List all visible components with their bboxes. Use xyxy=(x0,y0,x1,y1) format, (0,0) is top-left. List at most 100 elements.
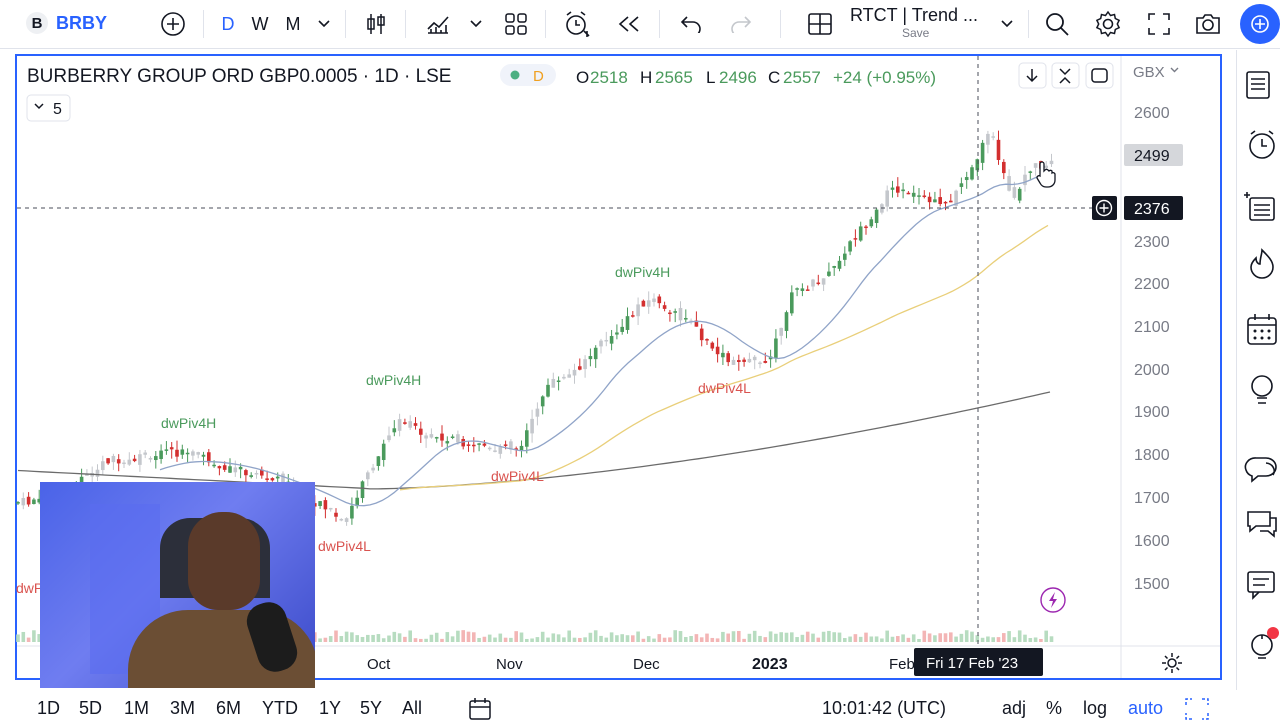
candle-body xyxy=(212,464,216,467)
candle-body xyxy=(21,497,26,506)
candle-body xyxy=(164,449,169,451)
clock-timezone-button[interactable]: 10:01:42 (UTC) xyxy=(822,698,946,719)
volume-bar xyxy=(1044,630,1048,642)
candle-body xyxy=(440,433,444,441)
percent-toggle[interactable]: % xyxy=(1046,698,1062,719)
candle-body xyxy=(599,340,603,347)
webcam-overlay xyxy=(40,482,315,688)
candle-body xyxy=(101,461,105,471)
fullscreen-icon[interactable] xyxy=(1184,697,1210,721)
volume-bar xyxy=(339,636,344,642)
volume-bar xyxy=(318,638,322,642)
candle-body xyxy=(111,455,116,463)
candle-body xyxy=(758,362,762,365)
range-1y-button[interactable]: 1Y xyxy=(319,698,341,719)
auto-toggle[interactable]: auto xyxy=(1128,698,1163,719)
candle-body xyxy=(26,496,31,505)
indicators-toggle-button[interactable] xyxy=(26,94,71,122)
candle-body xyxy=(763,361,768,363)
candle-body xyxy=(710,342,715,349)
market-status-pill[interactable] xyxy=(500,64,556,86)
volume-bar xyxy=(800,634,805,642)
candle-body xyxy=(890,187,895,190)
candle-body xyxy=(434,437,439,439)
candle-body xyxy=(816,282,821,285)
volume-bar xyxy=(620,634,624,642)
range-1m-button[interactable]: 1M xyxy=(124,698,149,719)
ideas-icon[interactable] xyxy=(1251,375,1273,404)
volume-bar xyxy=(646,636,651,642)
volume-bar xyxy=(323,637,328,642)
help-icon[interactable] xyxy=(1251,627,1279,659)
close-label: C xyxy=(768,68,780,87)
range-ytd-button[interactable]: YTD xyxy=(262,698,298,719)
volume-bar xyxy=(334,630,338,642)
candle-body xyxy=(896,186,900,193)
range-6m-button[interactable]: 6M xyxy=(216,698,241,719)
candle-body xyxy=(228,466,232,473)
candle-body xyxy=(1012,187,1017,198)
candle-body xyxy=(678,307,683,321)
candle-body xyxy=(159,450,163,460)
candle-body xyxy=(615,332,619,335)
currency-label[interactable]: GBX xyxy=(1133,64,1165,81)
alerts-clock-icon[interactable] xyxy=(1249,130,1275,159)
range-all-button[interactable]: All xyxy=(402,698,422,719)
watchlist-icon[interactable] xyxy=(1246,71,1270,99)
volume-bar xyxy=(790,632,794,642)
candle-body xyxy=(572,369,577,376)
time-tick-year: 2023 xyxy=(752,656,788,673)
candle-body xyxy=(525,430,529,447)
adj-toggle[interactable]: adj xyxy=(1002,698,1026,719)
candle-body xyxy=(832,266,836,268)
collapse-pane-button[interactable] xyxy=(1051,62,1080,89)
calendar-icon[interactable] xyxy=(1247,314,1277,345)
candle-body xyxy=(668,312,672,315)
volume-bar xyxy=(710,637,715,642)
volume-bar xyxy=(901,634,905,642)
candle-body xyxy=(705,339,709,341)
range-3m-button[interactable]: 3M xyxy=(170,698,195,719)
date-range-icon[interactable] xyxy=(468,697,494,721)
volume-bar xyxy=(911,634,916,642)
candle-body xyxy=(853,238,858,240)
range-5d-button[interactable]: 5D xyxy=(79,698,102,719)
candle-body xyxy=(991,136,995,138)
volume-bar xyxy=(482,636,487,642)
volume-bar xyxy=(938,633,942,642)
volume-bar xyxy=(387,635,391,642)
axis-settings-icon[interactable] xyxy=(1162,653,1182,673)
candle-body xyxy=(604,339,609,342)
volume-bar xyxy=(509,637,513,642)
candle-body xyxy=(169,447,174,450)
candle-body xyxy=(201,454,206,457)
candle-body xyxy=(779,327,783,336)
volume-bar xyxy=(880,638,884,642)
candle-body xyxy=(805,289,810,291)
candle-body xyxy=(323,500,328,510)
data-window-icon[interactable] xyxy=(1244,192,1275,221)
candle-body xyxy=(360,481,365,499)
hotlist-icon[interactable] xyxy=(1250,248,1274,279)
candle-body xyxy=(1049,160,1054,165)
volume-bar xyxy=(890,636,895,642)
range-5y-button[interactable]: 5Y xyxy=(360,698,382,719)
candle-body xyxy=(371,467,375,471)
streams-icon[interactable] xyxy=(1244,457,1277,483)
candle-body xyxy=(381,443,386,461)
chevron-down-icon xyxy=(1170,67,1179,73)
log-toggle[interactable]: log xyxy=(1083,698,1107,719)
candle-body xyxy=(811,279,815,287)
volume-bar xyxy=(1002,633,1006,642)
lightning-icon[interactable] xyxy=(1040,587,1066,613)
maximize-pane-button[interactable] xyxy=(1085,62,1114,89)
candle-body xyxy=(270,478,275,481)
notifications-icon[interactable] xyxy=(1247,571,1275,600)
volume-bar xyxy=(328,636,333,642)
volume-bar xyxy=(837,632,842,642)
range-1d-button[interactable]: 1D xyxy=(37,698,60,719)
candle-body xyxy=(784,312,789,331)
chat-icon[interactable] xyxy=(1247,511,1277,538)
candle-body xyxy=(901,189,905,192)
candle-body xyxy=(519,445,524,451)
